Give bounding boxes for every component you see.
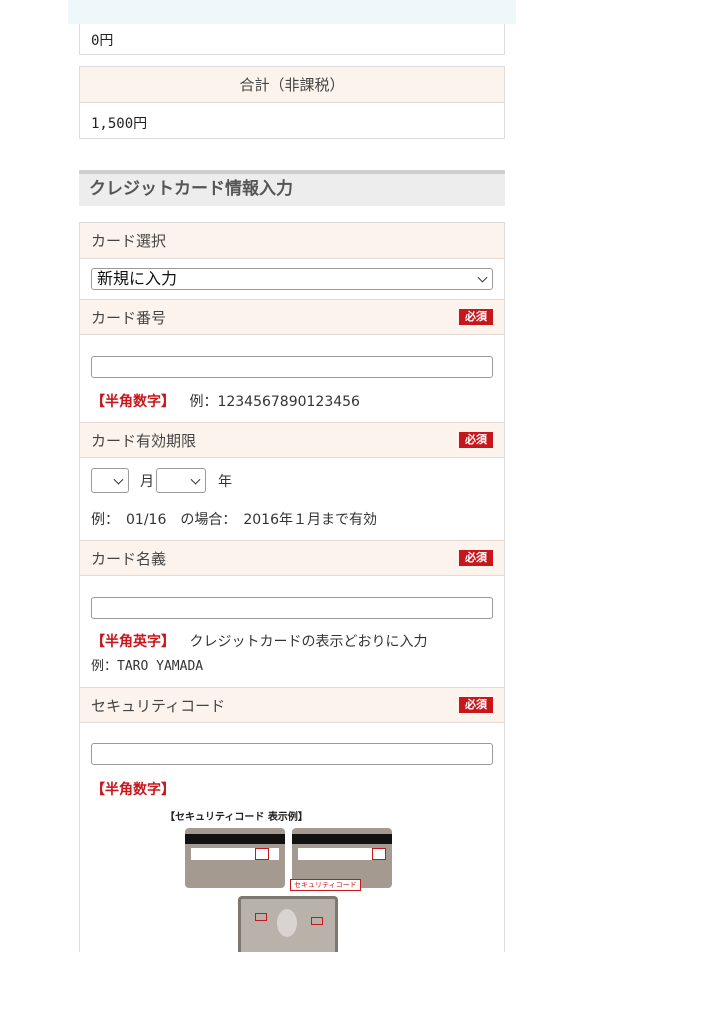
card-back-illustration — [185, 828, 285, 888]
required-badge: 必須 — [459, 309, 493, 325]
card-number-input[interactable] — [91, 356, 493, 378]
section-title: クレジットカード情報入力 — [79, 170, 505, 206]
chevron-down-icon — [190, 474, 201, 485]
card-number-hint-example: 例：1234567890123456 — [189, 394, 360, 410]
previous-value: 0円 — [91, 33, 114, 49]
card-name-example: 例：TARO YAMADA — [91, 659, 204, 674]
card-number-hint-tag: 【半角数字】 — [91, 394, 175, 410]
previous-value-row: 0円 — [79, 24, 505, 55]
expiry-example: 例： 01/16 の場合： 2016年１月まで有効 — [91, 512, 377, 528]
top-strip — [68, 0, 516, 24]
card-name-hint-text: クレジットカードの表示どおりに入力 — [189, 634, 428, 650]
expiry-year-unit: 年 — [218, 474, 232, 490]
expiry-month-unit: 月 — [140, 474, 154, 490]
security-code-header: セキュリティコード 必須 — [80, 687, 504, 723]
card-number-hint: 【半角数字】 例：1234567890123456 — [91, 391, 360, 411]
credit-card-form: カード選択 新規に入力 カード番号 必須 【半角数字】 例：1234567890… — [79, 222, 505, 952]
required-badge: 必須 — [459, 432, 493, 448]
card-select-label: カード選択 — [91, 232, 167, 250]
total-value: 1,500円 — [91, 116, 148, 132]
card-select-value: 新規に入力 — [97, 269, 178, 288]
expiry-year-select[interactable] — [156, 468, 206, 493]
expiry-label: カード有効期限 — [91, 432, 197, 450]
security-code-input[interactable] — [91, 743, 493, 765]
card-select-header: カード選択 — [80, 223, 504, 259]
required-badge: 必須 — [459, 697, 493, 713]
security-code-hint-tag: 【半角数字】 — [91, 782, 175, 798]
security-code-image-label: セキュリティコード — [290, 879, 361, 891]
card-number-label: カード番号 — [91, 309, 167, 327]
expiry-header: カード有効期限 必須 — [80, 422, 504, 458]
card-name-hint-tag: 【半角英字】 — [91, 634, 175, 650]
card-select-dropdown[interactable]: 新規に入力 — [91, 268, 493, 290]
chevron-down-icon — [477, 272, 488, 283]
security-code-image-caption: 【セキュリティコード 表示例】 — [165, 812, 308, 823]
expiry-month-select[interactable] — [91, 468, 129, 493]
chevron-down-icon — [113, 474, 124, 485]
total-header: 合計（非課税） — [80, 67, 504, 103]
total-table: 合計（非課税） 1,500円 — [79, 66, 505, 139]
order-form-page: 0円 合計（非課税） 1,500円 クレジットカード情報入力 カード選択 新規に… — [68, 24, 516, 952]
security-code-label: セキュリティコード — [91, 697, 226, 715]
required-badge: 必須 — [459, 550, 493, 566]
card-name-hint: 【半角英字】 クレジットカードの表示どおりに入力 — [91, 631, 427, 651]
card-front-illustration — [238, 896, 338, 952]
card-name-label: カード名義 — [91, 550, 167, 568]
security-code-hint: 【半角数字】 — [91, 779, 175, 799]
card-name-header: カード名義 必須 — [80, 540, 504, 576]
card-name-input[interactable] — [91, 597, 493, 619]
card-number-header: カード番号 必須 — [80, 299, 504, 335]
